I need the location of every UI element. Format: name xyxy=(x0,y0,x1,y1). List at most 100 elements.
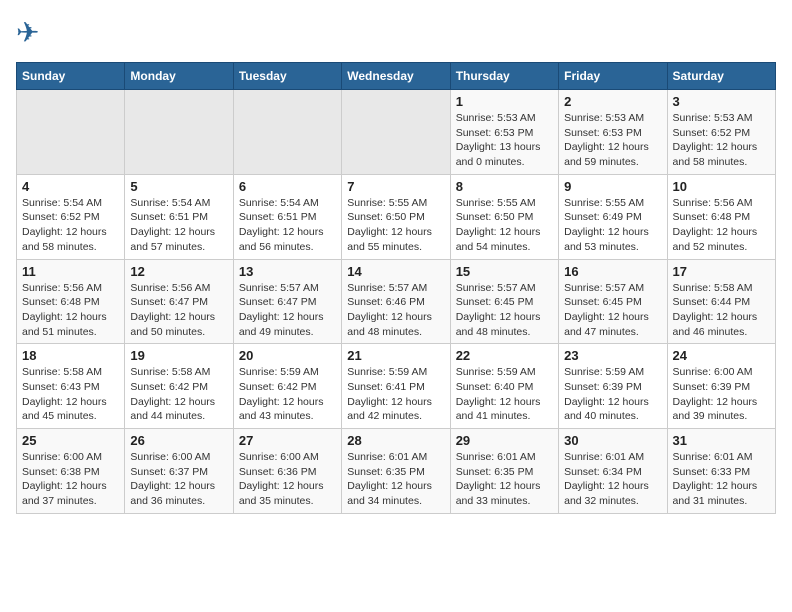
day-info: Sunrise: 5:55 AM Sunset: 6:50 PM Dayligh… xyxy=(456,196,553,255)
day-info: Sunrise: 5:58 AM Sunset: 6:42 PM Dayligh… xyxy=(130,365,227,424)
calendar-cell: 30 Sunrise: 6:01 AM Sunset: 6:34 PM Dayli… xyxy=(559,429,667,514)
day-info: Sunrise: 5:59 AM Sunset: 6:39 PM Dayligh… xyxy=(564,365,661,424)
weekday-header-monday: Monday xyxy=(125,63,233,90)
calendar-cell: 27Sunrise: 6:00 AM Sunset: 6:36 PM Dayli… xyxy=(233,429,341,514)
calendar-cell: 28 Sunrise: 6:01 AM Sunset: 6:35 PM Dayli… xyxy=(342,429,450,514)
day-info: Sunrise: 5:57 AM Sunset: 6:46 PM Dayligh… xyxy=(347,281,444,340)
calendar-cell: 15 Sunrise: 5:57 AM Sunset: 6:45 PM Dayli… xyxy=(450,259,558,344)
day-number: 31 xyxy=(673,433,770,448)
day-info: Sunrise: 5:57 AM Sunset: 6:45 PM Dayligh… xyxy=(456,281,553,340)
day-number: 24 xyxy=(673,348,770,363)
calendar-cell xyxy=(233,90,341,175)
day-number: 30 xyxy=(564,433,661,448)
calendar-cell: 18 Sunrise: 5:58 AM Sunset: 6:43 PM Dayli… xyxy=(17,344,125,429)
logo: ✈ xyxy=(16,16,56,52)
calendar-body: 1 Sunrise: 5:53 AM Sunset: 6:53 PM Daylig… xyxy=(17,90,776,514)
weekday-header-wednesday: Wednesday xyxy=(342,63,450,90)
calendar-cell xyxy=(17,90,125,175)
day-number: 29 xyxy=(456,433,553,448)
day-info: Sunrise: 5:55 AM Sunset: 6:49 PM Dayligh… xyxy=(564,196,661,255)
day-info: Sunrise: 5:59 AM Sunset: 6:41 PM Dayligh… xyxy=(347,365,444,424)
calendar-cell: 14 Sunrise: 5:57 AM Sunset: 6:46 PM Dayli… xyxy=(342,259,450,344)
day-number: 17 xyxy=(673,264,770,279)
day-number: 26 xyxy=(130,433,227,448)
calendar-cell: 8 Sunrise: 5:55 AM Sunset: 6:50 PM Daylig… xyxy=(450,174,558,259)
calendar-cell: 2 Sunrise: 5:53 AM Sunset: 6:53 PM Daylig… xyxy=(559,90,667,175)
day-number: 20 xyxy=(239,348,336,363)
calendar-cell: 24Sunrise: 6:00 AM Sunset: 6:39 PM Dayli… xyxy=(667,344,775,429)
day-number: 1 xyxy=(456,94,553,109)
calendar-cell: 31 Sunrise: 6:01 AM Sunset: 6:33 PM Dayli… xyxy=(667,429,775,514)
page-header: ✈ xyxy=(16,16,776,52)
day-info: Sunrise: 5:56 AM Sunset: 6:48 PM Dayligh… xyxy=(22,281,119,340)
logo-icon: ✈ xyxy=(16,16,52,52)
day-number: 18 xyxy=(22,348,119,363)
weekday-header-friday: Friday xyxy=(559,63,667,90)
day-number: 3 xyxy=(673,94,770,109)
day-number: 25 xyxy=(22,433,119,448)
weekday-header-tuesday: Tuesday xyxy=(233,63,341,90)
calendar-cell: 16Sunrise: 5:57 AM Sunset: 6:45 PM Dayli… xyxy=(559,259,667,344)
calendar-cell: 9 Sunrise: 5:55 AM Sunset: 6:49 PM Daylig… xyxy=(559,174,667,259)
day-number: 6 xyxy=(239,179,336,194)
day-info: Sunrise: 5:56 AM Sunset: 6:47 PM Dayligh… xyxy=(130,281,227,340)
day-info: Sunrise: 6:00 AM Sunset: 6:36 PM Dayligh… xyxy=(239,450,336,509)
day-number: 21 xyxy=(347,348,444,363)
calendar-cell: 6 Sunrise: 5:54 AM Sunset: 6:51 PM Daylig… xyxy=(233,174,341,259)
day-info: Sunrise: 6:01 AM Sunset: 6:35 PM Dayligh… xyxy=(347,450,444,509)
day-info: Sunrise: 5:54 AM Sunset: 6:52 PM Dayligh… xyxy=(22,196,119,255)
calendar-week-2: 4 Sunrise: 5:54 AM Sunset: 6:52 PM Daylig… xyxy=(17,174,776,259)
day-number: 12 xyxy=(130,264,227,279)
day-number: 11 xyxy=(22,264,119,279)
day-number: 14 xyxy=(347,264,444,279)
day-number: 16 xyxy=(564,264,661,279)
day-info: Sunrise: 5:54 AM Sunset: 6:51 PM Dayligh… xyxy=(239,196,336,255)
day-number: 9 xyxy=(564,179,661,194)
calendar-cell: 4 Sunrise: 5:54 AM Sunset: 6:52 PM Daylig… xyxy=(17,174,125,259)
day-info: Sunrise: 5:59 AM Sunset: 6:40 PM Dayligh… xyxy=(456,365,553,424)
calendar-cell: 29 Sunrise: 6:01 AM Sunset: 6:35 PM Dayli… xyxy=(450,429,558,514)
day-info: Sunrise: 6:00 AM Sunset: 6:38 PM Dayligh… xyxy=(22,450,119,509)
day-info: Sunrise: 5:55 AM Sunset: 6:50 PM Dayligh… xyxy=(347,196,444,255)
day-info: Sunrise: 6:00 AM Sunset: 6:37 PM Dayligh… xyxy=(130,450,227,509)
day-info: Sunrise: 6:01 AM Sunset: 6:34 PM Dayligh… xyxy=(564,450,661,509)
day-info: Sunrise: 5:53 AM Sunset: 6:53 PM Dayligh… xyxy=(564,111,661,170)
day-number: 5 xyxy=(130,179,227,194)
day-number: 28 xyxy=(347,433,444,448)
calendar-week-4: 18 Sunrise: 5:58 AM Sunset: 6:43 PM Dayli… xyxy=(17,344,776,429)
calendar-cell: 1 Sunrise: 5:53 AM Sunset: 6:53 PM Daylig… xyxy=(450,90,558,175)
day-info: Sunrise: 6:01 AM Sunset: 6:35 PM Dayligh… xyxy=(456,450,553,509)
calendar-table: SundayMondayTuesdayWednesdayThursdayFrid… xyxy=(16,62,776,514)
day-number: 2 xyxy=(564,94,661,109)
day-info: Sunrise: 5:58 AM Sunset: 6:43 PM Dayligh… xyxy=(22,365,119,424)
day-number: 10 xyxy=(673,179,770,194)
day-number: 15 xyxy=(456,264,553,279)
calendar-week-1: 1 Sunrise: 5:53 AM Sunset: 6:53 PM Daylig… xyxy=(17,90,776,175)
calendar-cell: 22Sunrise: 5:59 AM Sunset: 6:40 PM Dayli… xyxy=(450,344,558,429)
day-info: Sunrise: 5:54 AM Sunset: 6:51 PM Dayligh… xyxy=(130,196,227,255)
calendar-week-3: 11 Sunrise: 5:56 AM Sunset: 6:48 PM Dayli… xyxy=(17,259,776,344)
calendar-cell: 26 Sunrise: 6:00 AM Sunset: 6:37 PM Dayli… xyxy=(125,429,233,514)
calendar-cell: 17 Sunrise: 5:58 AM Sunset: 6:44 PM Dayli… xyxy=(667,259,775,344)
day-number: 23 xyxy=(564,348,661,363)
svg-text:✈: ✈ xyxy=(16,17,39,48)
weekday-header-thursday: Thursday xyxy=(450,63,558,90)
day-number: 8 xyxy=(456,179,553,194)
day-info: Sunrise: 5:59 AM Sunset: 6:42 PM Dayligh… xyxy=(239,365,336,424)
day-info: Sunrise: 5:58 AM Sunset: 6:44 PM Dayligh… xyxy=(673,281,770,340)
calendar-cell: 19 Sunrise: 5:58 AM Sunset: 6:42 PM Dayli… xyxy=(125,344,233,429)
calendar-cell xyxy=(342,90,450,175)
weekday-header-row: SundayMondayTuesdayWednesdayThursdayFrid… xyxy=(17,63,776,90)
day-info: Sunrise: 5:53 AM Sunset: 6:52 PM Dayligh… xyxy=(673,111,770,170)
day-number: 4 xyxy=(22,179,119,194)
calendar-cell: 21 Sunrise: 5:59 AM Sunset: 6:41 PM Dayli… xyxy=(342,344,450,429)
day-info: Sunrise: 5:53 AM Sunset: 6:53 PM Dayligh… xyxy=(456,111,553,170)
weekday-header-saturday: Saturday xyxy=(667,63,775,90)
calendar-cell: 25 Sunrise: 6:00 AM Sunset: 6:38 PM Dayli… xyxy=(17,429,125,514)
day-number: 19 xyxy=(130,348,227,363)
calendar-cell: 5 Sunrise: 5:54 AM Sunset: 6:51 PM Daylig… xyxy=(125,174,233,259)
calendar-cell: 12 Sunrise: 5:56 AM Sunset: 6:47 PM Dayli… xyxy=(125,259,233,344)
day-info: Sunrise: 5:56 AM Sunset: 6:48 PM Dayligh… xyxy=(673,196,770,255)
day-info: Sunrise: 6:01 AM Sunset: 6:33 PM Dayligh… xyxy=(673,450,770,509)
calendar-cell: 20 Sunrise: 5:59 AM Sunset: 6:42 PM Dayli… xyxy=(233,344,341,429)
